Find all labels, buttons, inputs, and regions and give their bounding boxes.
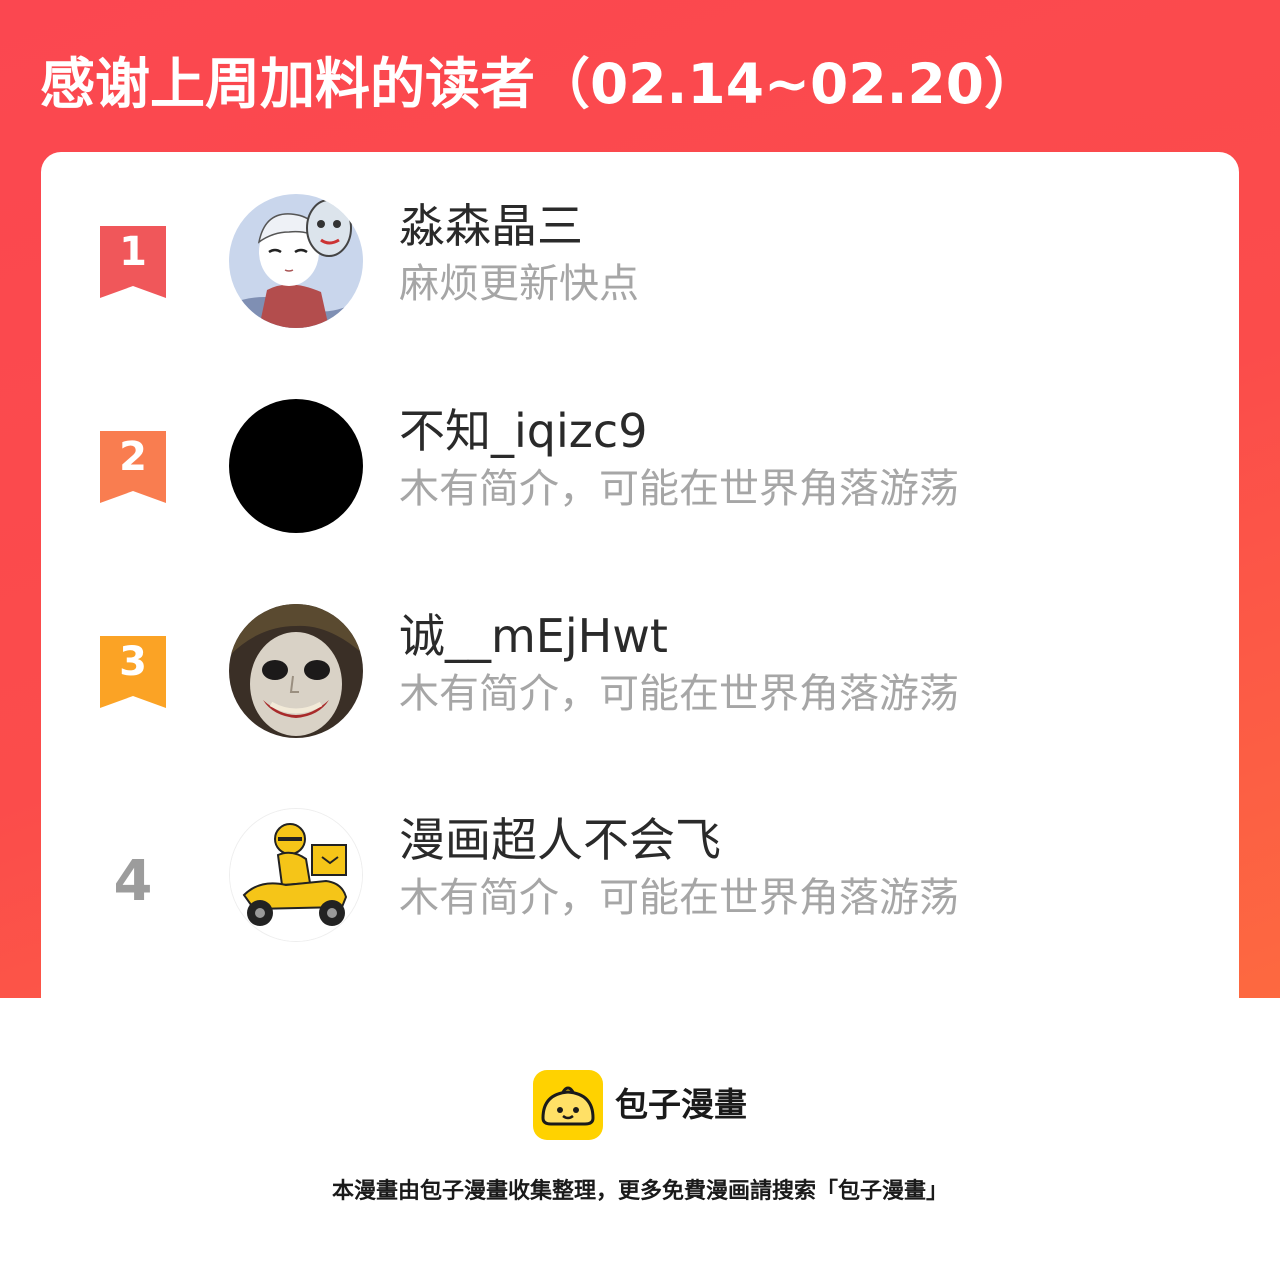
- rank-number: 3: [119, 639, 147, 685]
- footer: 包子漫畫 本漫畫由包子漫畫收集整理，更多免費漫画請搜索「包子漫畫」: [0, 998, 1280, 1281]
- joker-face-avatar-icon: [229, 604, 363, 738]
- reader-row[interactable]: 4 漫画超人不会飞 木有简介，可能在世界角落游荡: [41, 808, 1239, 958]
- reader-bio: 麻烦更新快点: [399, 261, 639, 307]
- avatar[interactable]: [229, 194, 363, 328]
- reader-name: 诚__mEjHwt: [399, 609, 668, 663]
- reader-row[interactable]: 2 不知_iqizc9 木有简介，可能在世界角落游荡: [41, 399, 1239, 549]
- reader-bio: 木有简介，可能在世界角落游荡: [399, 875, 959, 921]
- reader-row[interactable]: 3 诚__mEjHwt 木有简介，可能在世界角落游荡: [41, 604, 1239, 754]
- rank-ribbon-badge: 1: [98, 226, 168, 298]
- reader-name: 不知_iqizc9: [399, 404, 648, 458]
- anime-boy-avatar-icon: [229, 194, 363, 328]
- bun-logo-icon: [533, 1070, 603, 1140]
- delivery-scooter-avatar-icon: [230, 809, 362, 941]
- reader-list-card: 1 淼森晶三 麻烦更新快点 2 不知_iqizc9 木有简介，可能在世界角落游荡…: [41, 152, 1239, 998]
- page-title: 感谢上周加料的读者（02.14~02.20）: [40, 52, 1040, 116]
- black-circle-avatar-icon: [229, 399, 363, 533]
- avatar[interactable]: [229, 604, 363, 738]
- rank-number: 2: [119, 434, 147, 480]
- reader-name: 漫画超人不会飞: [399, 813, 721, 867]
- reader-bio: 木有简介，可能在世界角落游荡: [399, 671, 959, 717]
- avatar[interactable]: [229, 808, 363, 942]
- footer-note: 本漫畫由包子漫畫收集整理，更多免費漫画請搜索「包子漫畫」: [331, 1179, 948, 1204]
- reader-name: 淼森晶三: [399, 199, 583, 253]
- rank-number: 4: [113, 849, 153, 914]
- reader-bio: 木有简介，可能在世界角落游荡: [399, 466, 959, 512]
- avatar[interactable]: [229, 399, 363, 533]
- rank-ribbon-badge: 3: [98, 636, 168, 708]
- reader-row[interactable]: 1 淼森晶三 麻烦更新快点: [41, 194, 1239, 344]
- rank-ribbon-badge: 2: [98, 431, 168, 503]
- rank-number: 1: [119, 229, 147, 275]
- brand-name: 包子漫畫: [615, 1085, 747, 1124]
- header-banner: 感谢上周加料的读者（02.14~02.20） 1 淼森晶三 麻烦更新快点 2 不…: [0, 0, 1280, 998]
